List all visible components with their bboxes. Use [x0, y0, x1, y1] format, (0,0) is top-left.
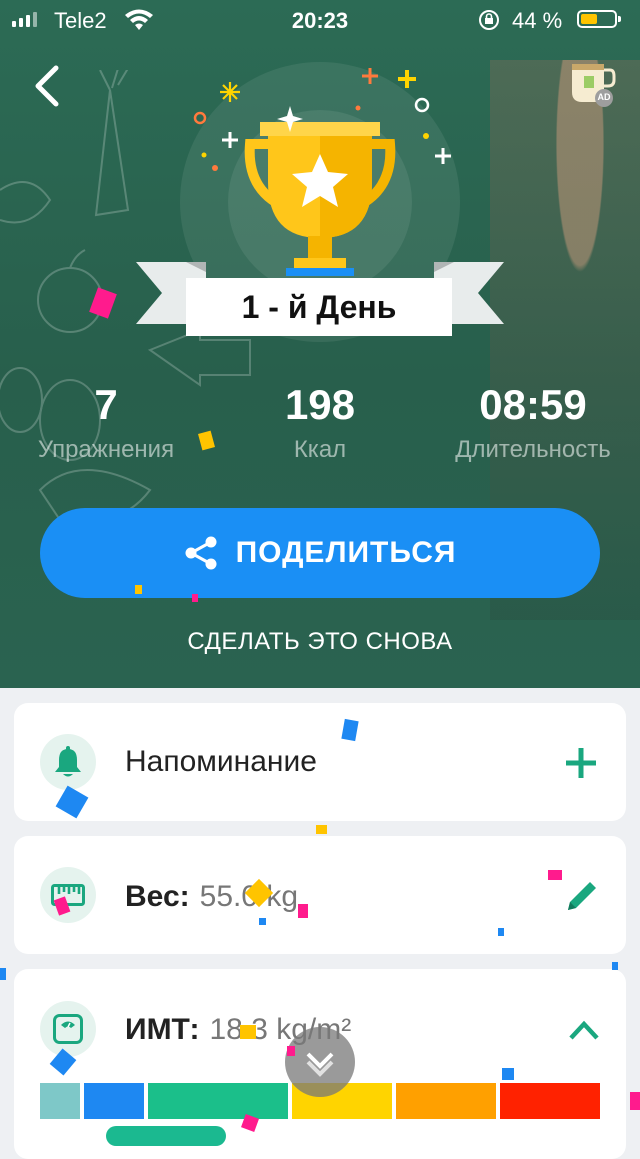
workout-stats: 7 Упражнения 198 Ккал 08:59 Длительность: [0, 380, 640, 470]
reminder-icon-circle: [40, 734, 96, 790]
ad-tea-cup-button[interactable]: AD: [566, 58, 616, 108]
bell-icon: [55, 746, 81, 777]
share-button[interactable]: ПОДЕЛИТЬСЯ: [40, 508, 600, 598]
reminder-card[interactable]: Напоминание: [14, 703, 626, 821]
day-label: 1 - й День: [186, 278, 452, 336]
weight-row: Вес: 55.0 kg: [125, 880, 298, 914]
confetti-piece: [630, 1092, 640, 1110]
chevron-down-icon: [306, 1052, 334, 1077]
status-bar: Tele2 20:23 44 %: [0, 0, 640, 40]
do-again-button[interactable]: СДЕЛАТЬ ЭТО СНОВА: [0, 628, 640, 656]
stat-kcal-value: 198: [284, 381, 356, 428]
stat-exercises-label: Упражнения: [37, 436, 175, 463]
stat-exercises-value: 7: [94, 381, 118, 428]
bmi-scale-segment: [396, 1083, 496, 1119]
stat-duration: 08:59 Длительность: [440, 380, 626, 464]
back-button[interactable]: [28, 62, 68, 110]
reminder-label: Напоминание: [125, 745, 317, 778]
share-icon: [185, 536, 217, 570]
confetti-piece: [316, 825, 327, 834]
confetti-piece: [0, 968, 6, 980]
rotation-lock-icon: [479, 10, 499, 30]
weight-icon-circle: [40, 867, 96, 923]
edit-weight-button[interactable]: [564, 878, 600, 914]
bmi-scale-segment: [500, 1083, 600, 1119]
stat-kcal: 198 Ккал: [230, 380, 410, 464]
stat-exercises: 7 Упражнения: [16, 380, 196, 464]
stat-kcal-label: Ккал: [293, 436, 347, 463]
bmi-label: ИМТ:: [125, 1013, 200, 1046]
ad-badge-text: AD: [597, 92, 611, 102]
bmi-scale-segment: [84, 1083, 144, 1119]
sparkles-decoration: [193, 68, 451, 171]
collapse-chevron-up-icon[interactable]: [568, 1019, 600, 1041]
share-button-label: ПОДЕЛИТЬСЯ: [235, 536, 457, 569]
day-ribbon: 1 - й День: [136, 260, 504, 338]
battery-icon: [577, 10, 621, 28]
bmi-scale-segment: [40, 1083, 80, 1119]
weight-label: Вес:: [125, 880, 190, 913]
weight-card[interactable]: Вес: 55.0 kg: [14, 836, 626, 954]
bmi-icon-circle: [40, 1001, 96, 1057]
scale-icon: [53, 1014, 83, 1044]
weight-value: 55.0 kg: [199, 880, 299, 913]
bmi-current-indicator: [106, 1126, 226, 1146]
scroll-down-button[interactable]: [285, 1027, 355, 1097]
battery-percent: 44 %: [512, 8, 563, 33]
stat-duration-label: Длительность: [455, 436, 611, 463]
stat-duration-value: 08:59: [479, 381, 587, 428]
add-reminder-button[interactable]: [564, 746, 598, 780]
ruler-icon: [51, 884, 85, 906]
bmi-scale-segment: [148, 1083, 288, 1119]
